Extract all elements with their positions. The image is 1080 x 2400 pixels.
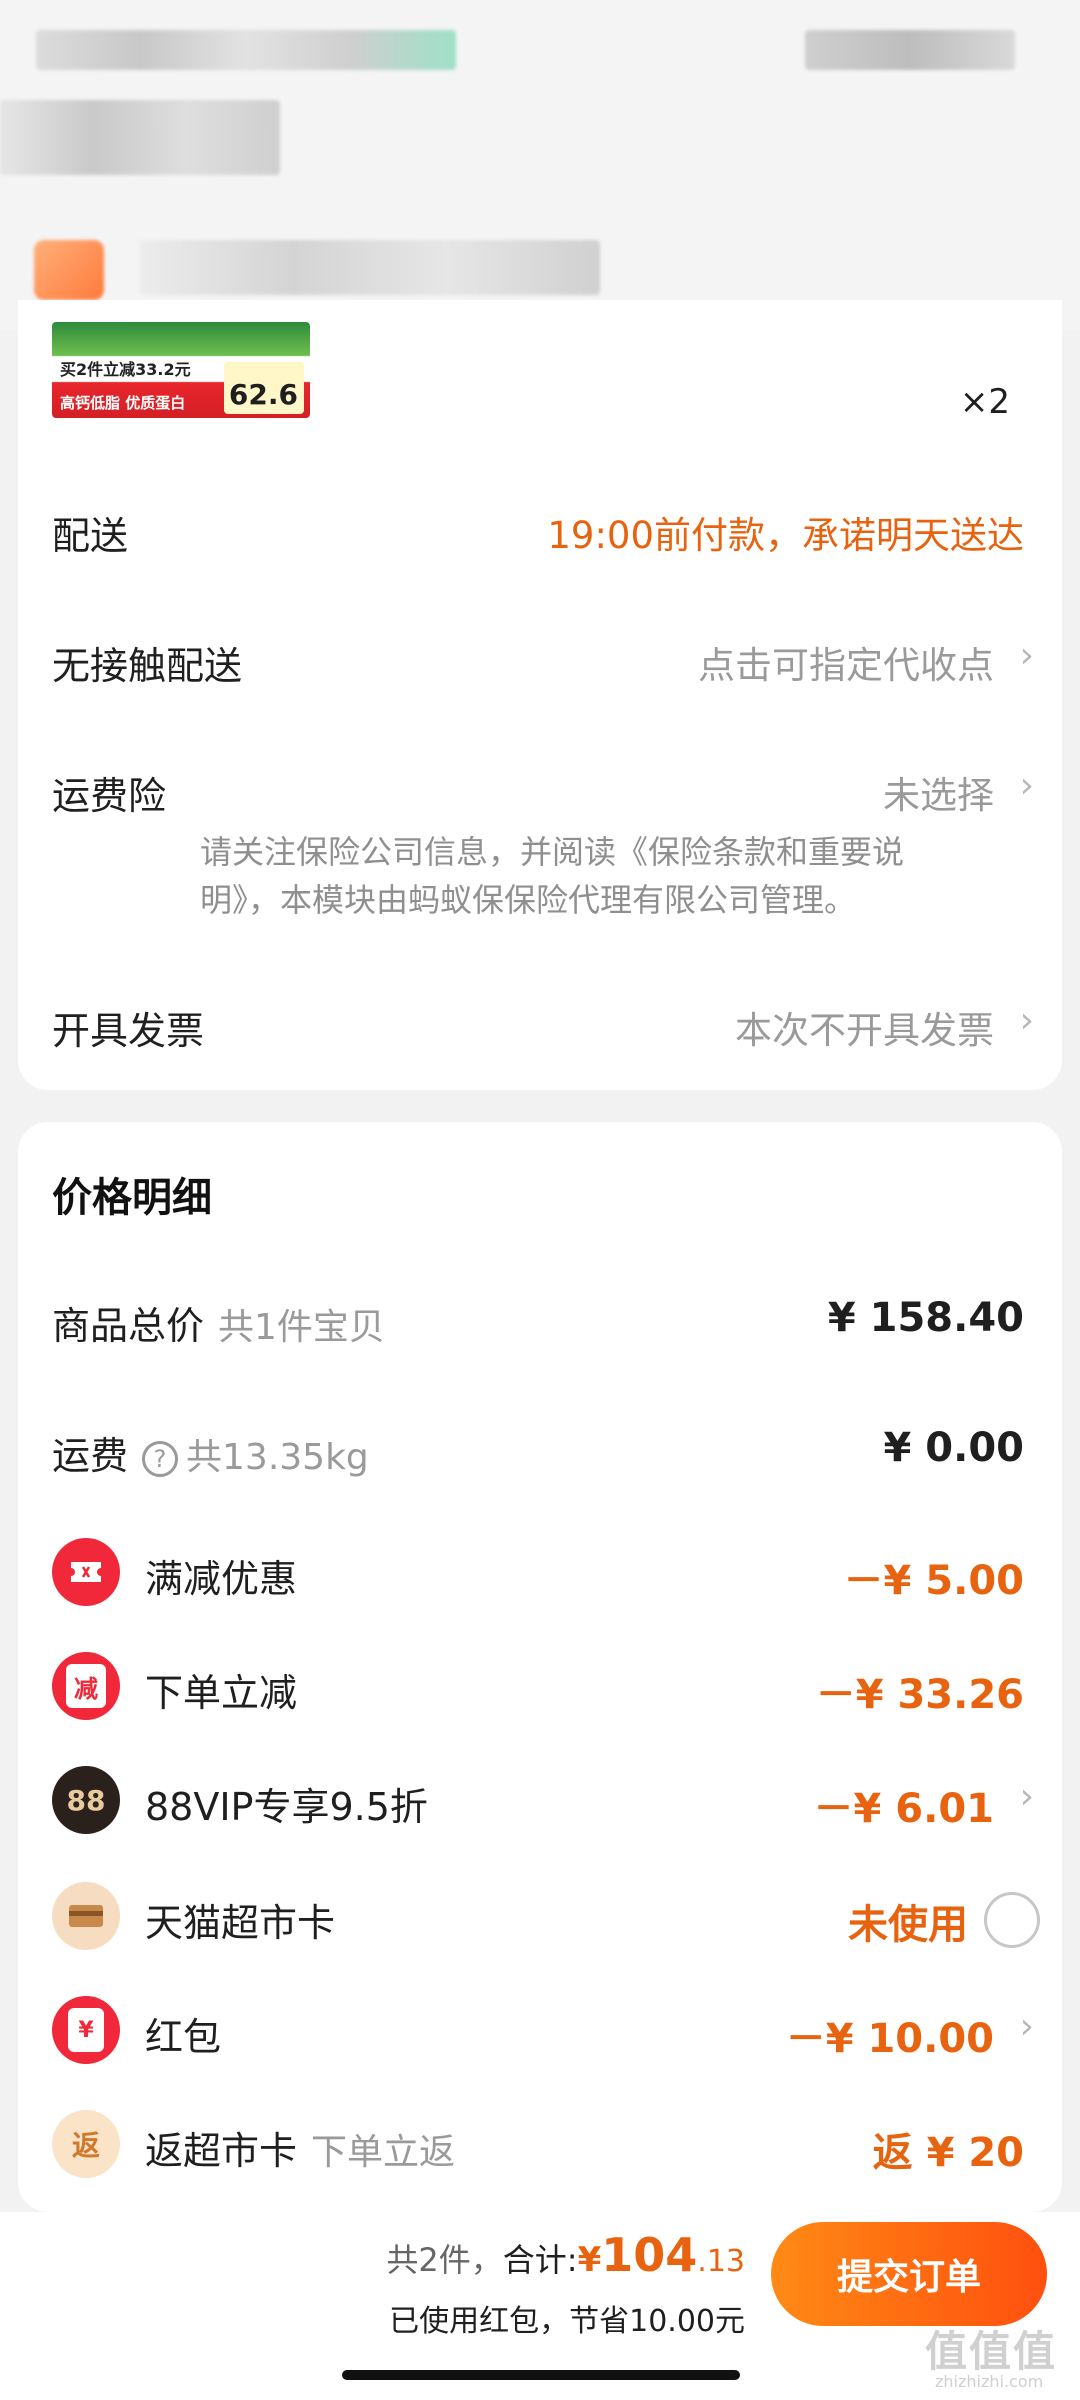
cashback-row: 返超市卡 下单立返 <box>145 2120 455 2175</box>
home-indicator[interactable] <box>342 2370 740 2380</box>
total-label: 合计: <box>502 2241 578 2279</box>
total-line: 共2件，合计:¥104.13 <box>386 2228 745 2282</box>
card-icon <box>52 1882 120 1950</box>
cashback-sub: 下单立返 <box>311 2132 456 2173</box>
total-decimal: .13 <box>697 2244 745 2279</box>
blurred-status-bar <box>36 30 456 70</box>
chevron-right-icon[interactable]: › <box>1020 2006 1034 2047</box>
cashback-icon-text: 返 <box>71 2129 100 2162</box>
shop-icon <box>34 240 104 300</box>
saved-note: 已使用红包，节省10.00元 <box>389 2304 745 2339</box>
product-promo-text: 买2件立减33.2元 <box>60 360 191 379</box>
instant-discount-label: 下单立减 <box>145 1671 298 1715</box>
goods-total-amount: ¥ 158.40 <box>827 1295 1024 1341</box>
chevron-right-icon[interactable]: › <box>1020 1776 1034 1817</box>
goods-total-label: 商品总价 <box>52 1304 205 1348</box>
delivery-label: 配送 <box>52 514 129 558</box>
delivery-value: 19:00前付款，承诺明天送达 <box>547 514 1024 557</box>
contactless-value[interactable]: 点击可指定代收点 <box>698 635 994 689</box>
contactless-label[interactable]: 无接触配送 <box>52 635 242 690</box>
vip-discount-amount[interactable]: －¥ 6.01 <box>814 1776 994 1834</box>
chevron-right-icon[interactable]: › <box>1020 1000 1034 1041</box>
supermarket-card-radio[interactable] <box>984 1892 1040 1948</box>
invoice-label[interactable]: 开具发票 <box>52 1000 204 1055</box>
instant-discount-icon-text: 减 <box>66 1664 106 1708</box>
cashback-amount: 返 ¥ 20 <box>872 2130 1024 2176</box>
vip88-icon: 88 <box>52 1766 120 1834</box>
full-reduction-amount: －¥ 5.00 <box>843 1558 1024 1604</box>
product-quantity: ×2 <box>959 382 1010 422</box>
item-count: 共2件， <box>386 2241 503 2279</box>
blurred-header <box>0 0 1080 330</box>
shipping-fee-row: 运费? 共13.35kg <box>52 1425 369 1480</box>
chevron-right-icon[interactable]: › <box>1020 765 1034 806</box>
instant-discount-icon: 减 <box>52 1652 120 1720</box>
red-packet-icon-text: ¥ <box>68 2008 104 2052</box>
red-packet-label[interactable]: 红包 <box>145 2006 221 2061</box>
supermarket-card-status: 未使用 <box>848 1902 968 1948</box>
chevron-right-icon[interactable]: › <box>1020 635 1034 676</box>
product-feature-text: 高钙低脂 优质蛋白 <box>60 394 186 412</box>
cashback-icon: 返 <box>52 2110 120 2178</box>
price-detail-title: 价格明细 <box>52 1175 212 1221</box>
shipping-weight: 共13.35kg <box>186 1437 369 1478</box>
product-thumbnail[interactable]: 买2件立减33.2元 高钙低脂 优质蛋白 62.6 <box>52 322 310 418</box>
insurance-note: 请关注保险公司信息，并阅读《保险条款和重要说明》，本模块由蚂蚁保保险代理有限公司… <box>200 833 905 919</box>
ticket-icon <box>52 1538 120 1606</box>
red-packet-amount[interactable]: －¥ 10.00 <box>786 2006 994 2064</box>
instant-discount-amount: －¥ 33.26 <box>815 1672 1024 1718</box>
supermarket-card-label: 天猫超市卡 <box>145 1901 336 1945</box>
vip88-icon-text: 88 <box>66 1783 106 1817</box>
product-thumb-price: 62.6 <box>228 378 298 411</box>
cashback-label: 返超市卡 <box>145 2129 298 2173</box>
watermark: 值值值 <box>925 2327 1058 2376</box>
red-packet-icon: ¥ <box>52 1996 120 2064</box>
full-reduction-label: 满减优惠 <box>145 1557 298 1601</box>
total-currency: ¥ <box>577 2240 602 2280</box>
goods-count: 共1件宝贝 <box>218 1307 385 1348</box>
shipping-fee-amount: ¥ 0.00 <box>883 1425 1024 1471</box>
blurred-shop-name <box>140 240 600 295</box>
watermark-url: zhizhizhi.com <box>935 2372 1044 2391</box>
order-options-card <box>18 300 1062 1090</box>
goods-total-row: 商品总价 共1件宝贝 <box>52 1295 385 1350</box>
total-amount: 104 <box>601 2228 698 2282</box>
submit-order-button[interactable]: 提交订单 <box>771 2222 1047 2326</box>
blurred-status-icons <box>805 30 1015 70</box>
shipping-insurance-label[interactable]: 运费险 <box>52 765 166 820</box>
vip-discount-label[interactable]: 88VIP专享9.5折 <box>145 1776 428 1831</box>
shipping-fee-label: 运费 <box>52 1434 129 1478</box>
shipping-insurance-value[interactable]: 未选择 <box>883 765 994 819</box>
invoice-value[interactable]: 本次不开具发票 <box>735 1000 994 1054</box>
blurred-address <box>0 100 280 175</box>
help-icon[interactable]: ? <box>142 1440 179 1477</box>
